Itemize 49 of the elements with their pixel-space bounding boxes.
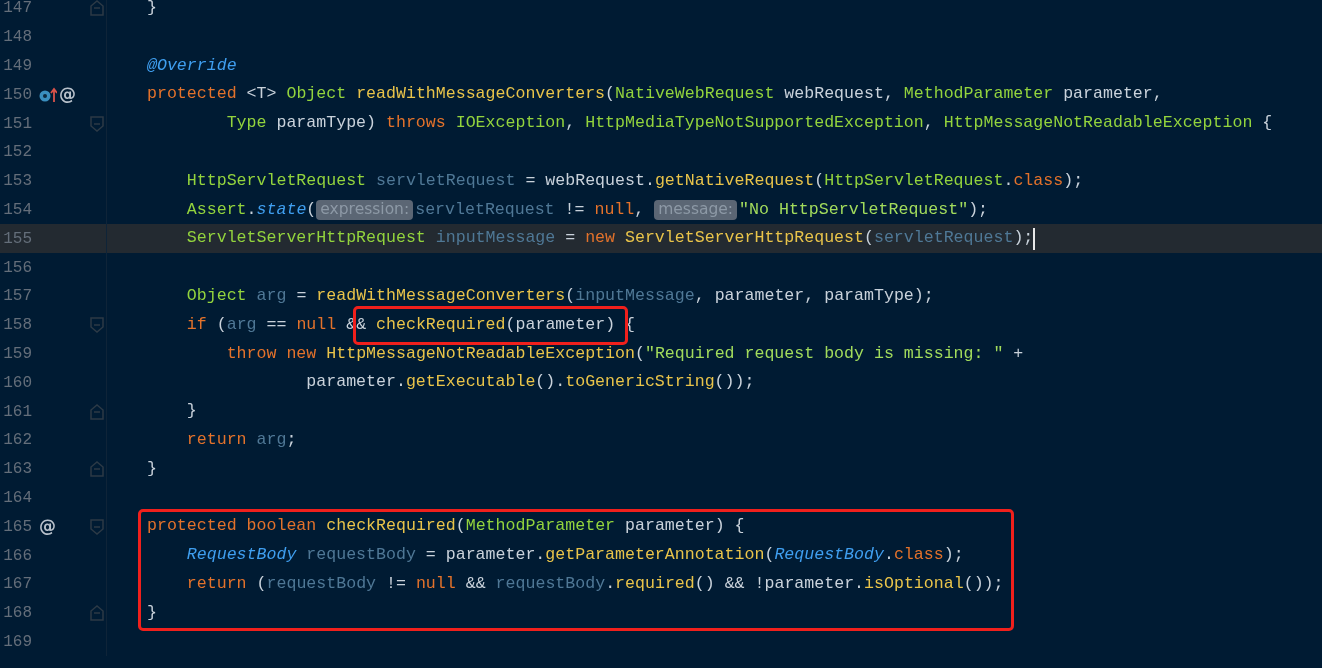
fold-icon[interactable] <box>90 115 104 132</box>
code-line: protected <T> Object readWithMessageConverters(NativeWebRequest webRequest, MethodParameter parameter, <box>147 86 1163 104</box>
line-number: 159 <box>2 345 32 362</box>
fold-icon[interactable] <box>90 317 104 334</box>
line-number: 164 <box>2 489 32 506</box>
code-line: } <box>147 460 157 478</box>
fold-icon[interactable] <box>90 518 104 535</box>
line-number: 155 <box>2 230 32 247</box>
fold-icon[interactable] <box>90 403 104 420</box>
fold-icon[interactable] <box>90 0 104 17</box>
line-number: 166 <box>2 547 32 564</box>
code-line: parameter.getExecutable().toGenericString()); <box>305 374 755 392</box>
annotation-marker[interactable]: @ <box>39 518 56 536</box>
code-line: ServletServerHttpRequest inputMessage = new ServletServerHttpRequest(servletRequest); <box>185 227 1036 250</box>
code-line: return arg; <box>185 432 297 449</box>
line-number: 158 <box>2 317 32 334</box>
line-number: 150 <box>2 86 32 103</box>
line-number: 153 <box>2 173 32 190</box>
fold-icon[interactable] <box>90 461 104 478</box>
code-line: } <box>147 0 157 17</box>
code-line: return (requestBody != null && requestBody.required() && !parameter.isOptional()); <box>185 576 1004 593</box>
line-number: 161 <box>2 403 32 420</box>
code-line: RequestBody requestBody = parameter.getParameterAnnotation(RequestBody.class); <box>185 547 964 564</box>
code-line: } <box>147 604 157 622</box>
line-number: 156 <box>2 259 32 276</box>
line-number: 154 <box>2 201 32 218</box>
line-number: 167 <box>2 576 32 593</box>
line-number: 169 <box>2 633 32 650</box>
line-number: 149 <box>2 58 32 74</box>
line-number: 163 <box>2 461 32 478</box>
line-number: 151 <box>2 115 32 132</box>
line-number: 148 <box>2 29 32 46</box>
code-line: throw new HttpMessageNotReadableException("Required request body is missing: " + <box>225 345 1024 363</box>
line-number: 165 <box>2 518 32 535</box>
code-line: protected boolean checkRequired(MethodParameter parameter) { <box>147 518 745 536</box>
line-number: 157 <box>2 288 32 305</box>
code-line: @Override <box>147 57 237 75</box>
line-number: 162 <box>2 432 32 449</box>
override-marker-icon[interactable] <box>39 86 57 103</box>
code-line: HttpServletRequest servletRequest = webRequest.getNativeRequest(HttpServletRequest.class); <box>185 172 1084 190</box>
annotation-marker[interactable]: @ <box>59 86 76 104</box>
line-number: 160 <box>2 374 32 391</box>
line-number: 152 <box>2 144 32 161</box>
code-line: } <box>185 403 197 420</box>
code-line: Type paramType) throws IOException, HttpMediaTypeNotSupportedException, HttpMessageNotReadableException { <box>225 115 1273 132</box>
code-line: Object arg = readWithMessageConverters(inputMessage, parameter, paramType); <box>185 288 934 305</box>
line-number: 168 <box>2 605 32 622</box>
fold-icon[interactable] <box>90 605 104 622</box>
line-number: 147 <box>2 0 32 17</box>
